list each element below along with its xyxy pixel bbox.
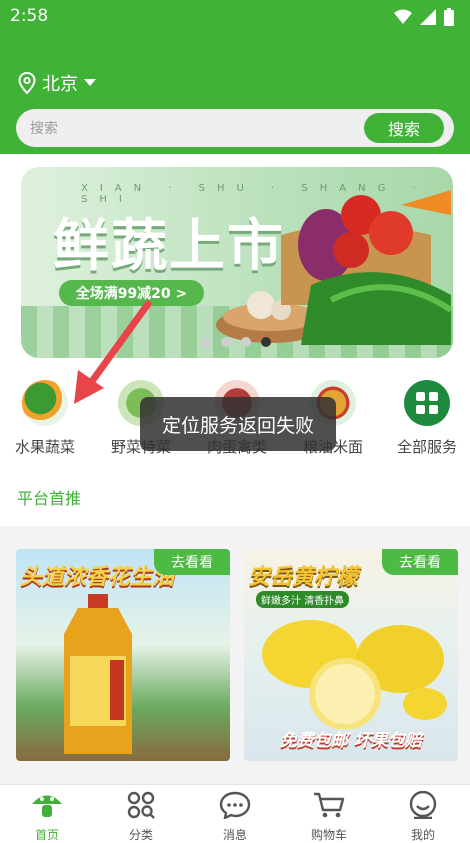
tab-profile[interactable]: 我的 bbox=[376, 790, 470, 843]
section-title: 平台首推 bbox=[17, 489, 82, 508]
go-see-button[interactable]: 去看看 bbox=[154, 549, 230, 575]
tab-label: 分类 bbox=[128, 828, 153, 842]
product-title: 安岳黄柠檬 bbox=[248, 565, 359, 590]
search-bar[interactable]: 搜索 搜索 bbox=[16, 109, 454, 147]
oil-bottle-image bbox=[64, 594, 132, 754]
grid-icon bbox=[404, 380, 450, 426]
go-see-button[interactable]: 去看看 bbox=[382, 549, 458, 575]
bottom-tab-bar: 首页 分类 消息 购物车 我的 bbox=[0, 784, 470, 843]
toast-message: 定位服务返回失败 bbox=[140, 397, 336, 451]
message-icon bbox=[219, 791, 251, 821]
tab-messages[interactable]: 消息 bbox=[188, 791, 282, 843]
carousel-dot[interactable] bbox=[221, 337, 231, 347]
tab-category[interactable]: 分类 bbox=[94, 791, 188, 843]
carousel-indicator bbox=[201, 337, 271, 347]
caret-down-icon bbox=[84, 79, 96, 86]
home-icon bbox=[32, 795, 62, 817]
location-pin-icon bbox=[18, 72, 36, 94]
cart-icon bbox=[314, 792, 345, 818]
status-time: 2:58 bbox=[10, 6, 49, 26]
header: 北京 搜索 搜索 bbox=[0, 34, 470, 154]
carousel-dot[interactable] bbox=[241, 337, 251, 347]
product-title: 头道浓香花生油 bbox=[20, 565, 175, 590]
status-icons bbox=[394, 8, 454, 26]
profile-icon bbox=[409, 790, 437, 820]
location-selector[interactable]: 北京 bbox=[18, 70, 96, 96]
battery-icon bbox=[444, 8, 454, 26]
category-all-services[interactable]: 全部服务 bbox=[382, 378, 470, 457]
category-label: 全部服务 bbox=[396, 438, 457, 456]
vegetables-illustration bbox=[216, 190, 451, 345]
tab-cart[interactable]: 购物车 bbox=[282, 791, 376, 843]
carousel-dot[interactable] bbox=[201, 337, 211, 347]
signal-icon bbox=[420, 9, 436, 25]
annotation-arrow-icon bbox=[74, 300, 152, 404]
tab-label: 消息 bbox=[222, 828, 247, 842]
city-label: 北京 bbox=[42, 74, 78, 95]
product-tagline: 鲜嫩多汁 清香扑鼻 bbox=[256, 591, 350, 608]
search-button[interactable]: 搜索 bbox=[364, 113, 444, 143]
carousel-dot-active[interactable] bbox=[261, 337, 271, 347]
tab-label: 购物车 bbox=[310, 828, 347, 842]
search-input[interactable]: 搜索 bbox=[30, 118, 58, 138]
tab-label: 我的 bbox=[410, 828, 435, 842]
category-icon bbox=[127, 791, 155, 819]
product-card[interactable]: 安岳黄柠檬 鲜嫩多汁 清香扑鼻 免费包邮 坏果包赔 去看看 bbox=[244, 549, 458, 761]
lemon-image bbox=[262, 620, 447, 729]
category-label: 水果蔬菜 bbox=[14, 438, 75, 456]
tab-home[interactable]: 首页 bbox=[0, 791, 94, 843]
tab-label: 首页 bbox=[34, 828, 59, 842]
product-card[interactable]: 头道浓香花生油 去看看 bbox=[16, 549, 230, 761]
wifi-icon bbox=[394, 9, 412, 24]
product-promo: 免费包邮 坏果包赔 bbox=[280, 731, 422, 751]
status-bar: 2:58 bbox=[0, 0, 470, 34]
